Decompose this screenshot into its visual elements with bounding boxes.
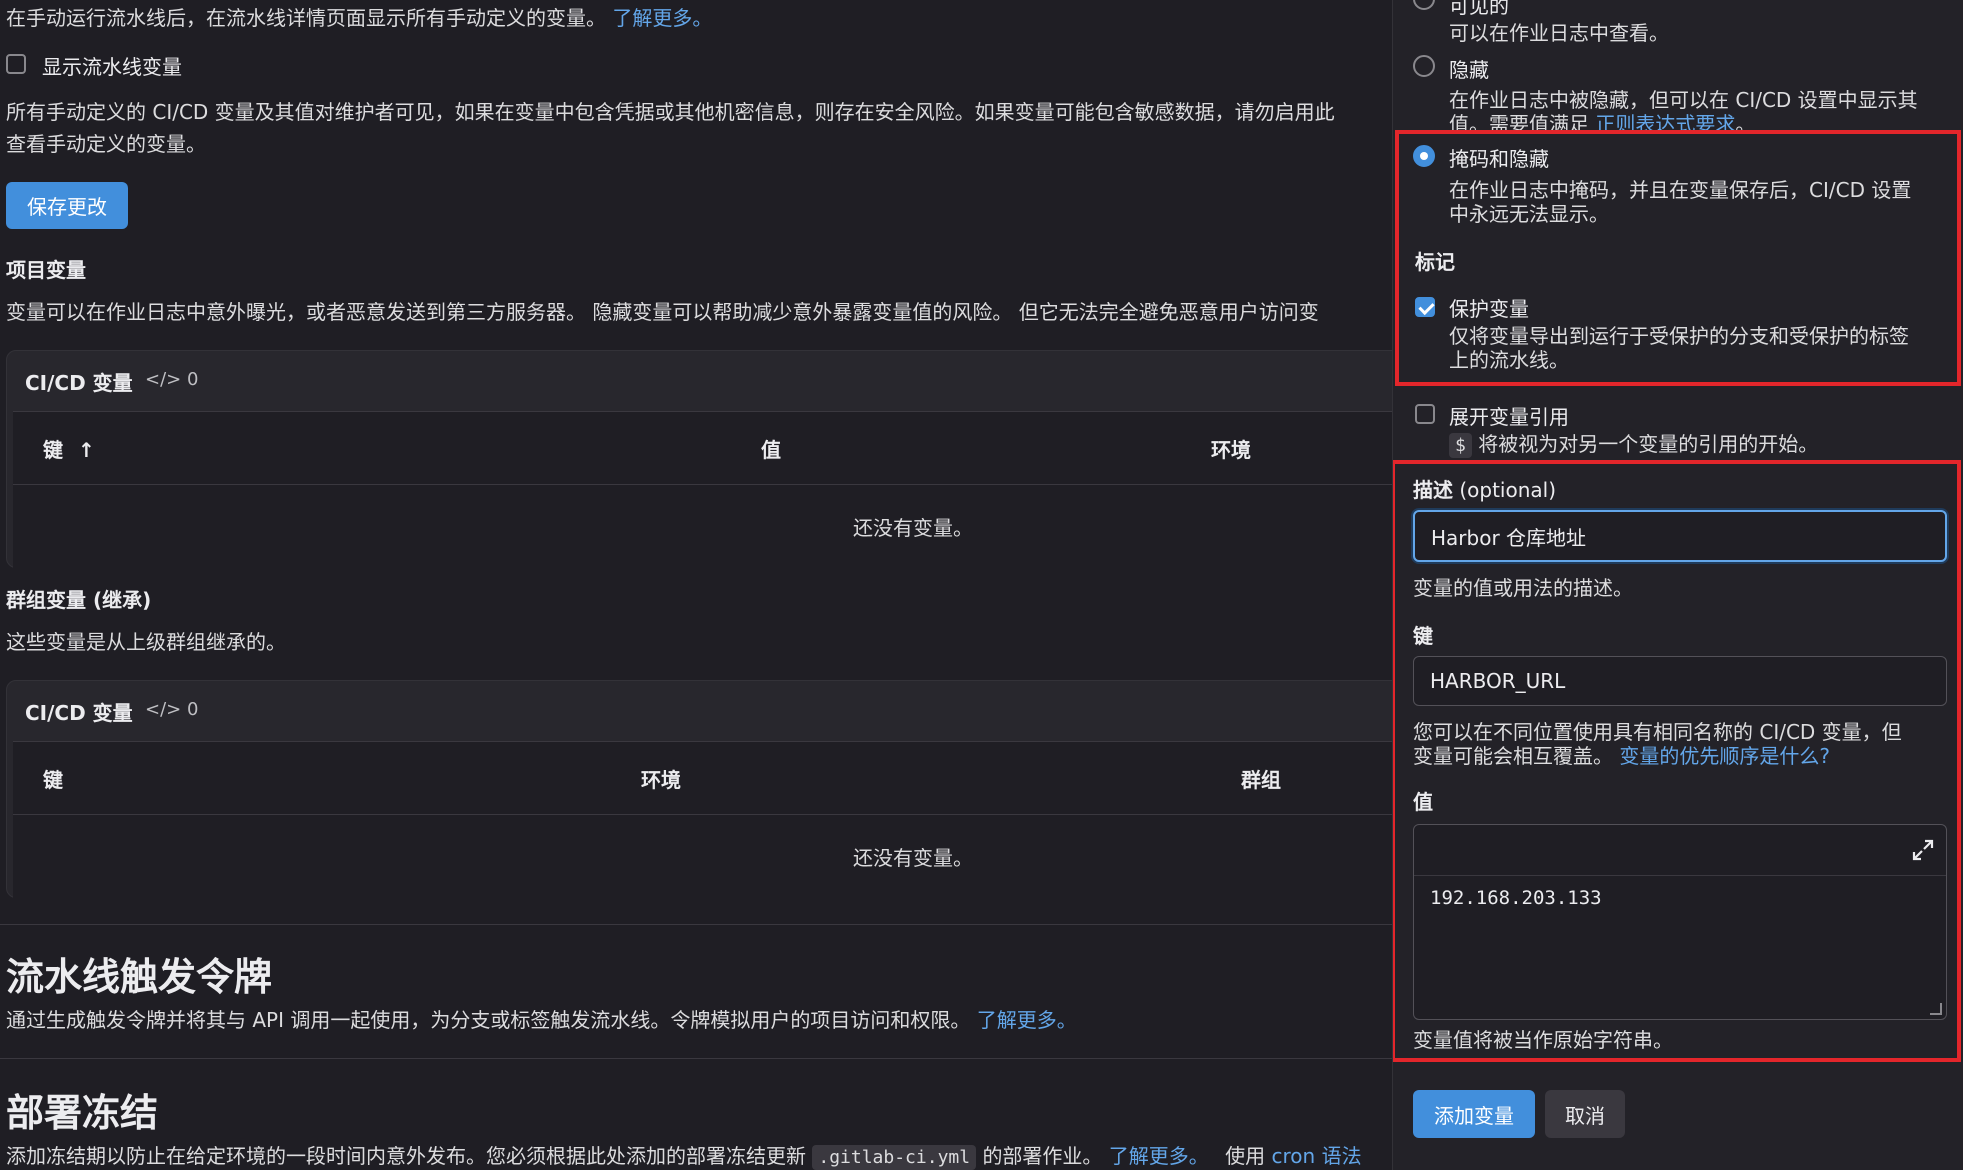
flags-title: 标记 — [1415, 250, 1455, 274]
expand-variable-desc: $ 将被视为对另一个变量的引用的开始。 — [1449, 428, 1818, 458]
project-variables-table: 键 ↑ 值 环境 还没有变量。 — [13, 411, 1392, 568]
divider — [0, 924, 1392, 925]
value-toolbar — [1414, 825, 1946, 876]
expand-variable-label: 展开变量引用 — [1449, 405, 1569, 429]
column-header-value: 值 — [761, 438, 781, 462]
visibility-visible-desc: 可以在作业日志中查看。 — [1449, 21, 1669, 45]
save-changes-button[interactable]: 保存更改 — [6, 182, 128, 229]
variable-count: </> 0 — [145, 699, 199, 720]
expand-variable-checkbox[interactable] — [1415, 404, 1435, 424]
show-pipeline-vars-label: 显示流水线变量 — [42, 55, 182, 79]
trigger-tokens-title: 流水线触发令牌 — [6, 955, 273, 999]
value-help: 变量值将被当作原始字符串。 — [1413, 1028, 1673, 1052]
visibility-mask-hide-label: 掩码和隐藏 — [1449, 147, 1549, 171]
cancel-button[interactable]: 取消 — [1545, 1090, 1625, 1138]
description-help: 变量的值或用法的描述。 — [1413, 576, 1633, 600]
deploy-learn-more-link[interactable]: 了解更多。 — [1109, 1144, 1209, 1168]
project-vars-desc: 变量可以在作业日志中意外曝光，或者恶意发送到第三方服务器。 隐藏变量可以帮助减少… — [6, 300, 1319, 324]
value-textarea[interactable]: 192.168.203.133 — [1413, 824, 1947, 1020]
show-pipeline-vars-checkbox[interactable] — [6, 54, 26, 74]
code-icon: </> — [145, 369, 182, 390]
cron-syntax-link[interactable]: cron 语法 — [1272, 1144, 1362, 1168]
column-header-environment: 环境 — [1211, 438, 1251, 462]
key-label: 键 — [1413, 624, 1433, 648]
column-header-environment: 环境 — [641, 768, 681, 792]
code-icon: </> — [145, 699, 182, 720]
precedence-link[interactable]: 变量的优先顺序是什么? — [1619, 744, 1830, 768]
pipeline-vars-info: 在手动运行流水线后，在流水线详情页面显示所有手动定义的变量。 了解更多。 — [6, 6, 713, 30]
visibility-masked-label: 隐藏 — [1449, 58, 1489, 82]
key-input[interactable]: HARBOR_URL — [1413, 656, 1947, 706]
column-header-key: 键 — [43, 768, 63, 792]
key-help-cont: 变量可能会相互覆盖。 变量的优先顺序是什么? — [1413, 744, 1830, 768]
deploy-freeze-title: 部署冻结 — [6, 1091, 159, 1135]
protect-variable-desc-cont: 上的流水线。 — [1449, 348, 1569, 372]
column-header-key[interactable]: 键 ↑ — [43, 434, 95, 463]
visibility-mask-hide-desc-cont: 中永远无法显示。 — [1449, 202, 1609, 226]
resize-handle[interactable] — [1930, 1003, 1942, 1015]
divider — [0, 1058, 1392, 1059]
project-vars-title: 项目变量 — [6, 258, 86, 282]
add-variable-drawer: 可见的 可以在作业日志中查看。 隐藏 在作业日志中被隐藏，但可以在 CI/CD … — [1392, 0, 1963, 1170]
card-title: CI/CD 变量 — [25, 701, 133, 725]
trigger-tokens-desc: 通过生成触发令牌并将其与 API 调用一起使用，为分支或标签触发流水线。令牌模拟… — [6, 1008, 1077, 1032]
sort-arrow-up-icon: ↑ — [77, 438, 95, 462]
value-label: 值 — [1413, 790, 1433, 814]
deploy-freeze-desc: 添加冻结期以防止在给定环境的一段时间内意外发布。您必须根据此处添加的部署冻结更新… — [6, 1144, 1362, 1170]
variable-count: </> 0 — [145, 369, 199, 390]
expand-icon[interactable] — [1910, 837, 1936, 863]
visibility-masked-radio[interactable] — [1413, 55, 1435, 77]
project-variables-card: CI/CD 变量 </> 0 键 ↑ 值 环境 还没有变量。 — [6, 350, 1392, 568]
group-vars-desc: 这些变量是从上级群组继承的。 — [6, 630, 286, 654]
group-variables-table: 键 环境 群组 还没有变量。 — [13, 741, 1392, 898]
column-header-group: 群组 — [1241, 768, 1281, 792]
trigger-learn-more-link[interactable]: 了解更多。 — [977, 1008, 1077, 1032]
learn-more-link[interactable]: 了解更多。 — [612, 6, 712, 30]
gitlab-ci-code: .gitlab-ci.yml — [812, 1145, 977, 1170]
add-variable-button[interactable]: 添加变量 — [1413, 1090, 1535, 1138]
value-text: 192.168.203.133 — [1430, 887, 1602, 909]
visibility-mask-hide-radio[interactable] — [1413, 145, 1435, 167]
group-vars-title: 群组变量 (继承) — [6, 588, 152, 612]
visibility-visible-radio[interactable] — [1413, 0, 1435, 10]
protect-variable-label: 保护变量 — [1449, 297, 1529, 321]
description-input[interactable]: Harbor 仓库地址 — [1413, 510, 1947, 562]
empty-state: 还没有变量。 — [853, 516, 973, 540]
settings-main: 在手动运行流水线后，在流水线详情页面显示所有手动定义的变量。 了解更多。 显示流… — [0, 0, 1392, 1170]
card-title: CI/CD 变量 — [25, 371, 133, 395]
security-warning-cont: 查看手动定义的变量。 — [6, 132, 206, 156]
group-variables-card: CI/CD 变量 </> 0 键 环境 群组 还没有变量。 — [6, 680, 1392, 898]
security-warning: 所有手动定义的 CI/CD 变量及其值对维护者可见，如果在变量中包含凭据或其他机… — [6, 100, 1335, 124]
dollar-code: $ — [1449, 433, 1472, 458]
protect-variable-checkbox[interactable] — [1415, 297, 1435, 317]
empty-state: 还没有变量。 — [853, 846, 973, 870]
description-label: 描述 (optional) — [1413, 478, 1557, 502]
